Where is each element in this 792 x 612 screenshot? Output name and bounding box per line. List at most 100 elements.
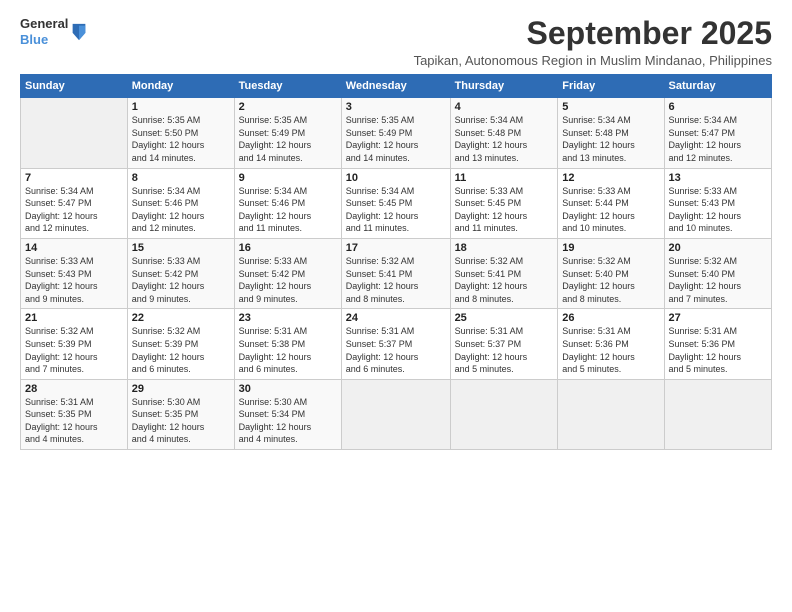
- day-cell: 25Sunrise: 5:31 AMSunset: 5:37 PMDayligh…: [450, 309, 558, 379]
- day-info: Sunrise: 5:34 AMSunset: 5:48 PMDaylight:…: [455, 114, 554, 164]
- day-info: Sunrise: 5:33 AMSunset: 5:42 PMDaylight:…: [132, 255, 230, 305]
- day-info: Sunrise: 5:34 AMSunset: 5:47 PMDaylight:…: [25, 185, 123, 235]
- day-info: Sunrise: 5:33 AMSunset: 5:43 PMDaylight:…: [669, 185, 767, 235]
- day-info: Sunrise: 5:35 AMSunset: 5:49 PMDaylight:…: [239, 114, 337, 164]
- day-cell: 19Sunrise: 5:32 AMSunset: 5:40 PMDayligh…: [558, 238, 664, 308]
- day-number: 18: [455, 242, 554, 254]
- day-number: 29: [132, 383, 230, 395]
- day-cell: 9Sunrise: 5:34 AMSunset: 5:46 PMDaylight…: [234, 168, 341, 238]
- day-number: 12: [562, 172, 659, 184]
- day-header-thursday: Thursday: [450, 75, 558, 98]
- day-cell: 21Sunrise: 5:32 AMSunset: 5:39 PMDayligh…: [21, 309, 128, 379]
- day-cell: 26Sunrise: 5:31 AMSunset: 5:36 PMDayligh…: [558, 309, 664, 379]
- day-number: 2: [239, 101, 337, 113]
- day-cell: 22Sunrise: 5:32 AMSunset: 5:39 PMDayligh…: [127, 309, 234, 379]
- day-header-saturday: Saturday: [664, 75, 771, 98]
- logo-icon: [70, 22, 88, 42]
- calendar-header-row: SundayMondayTuesdayWednesdayThursdayFrid…: [21, 75, 772, 98]
- day-info: Sunrise: 5:31 AMSunset: 5:38 PMDaylight:…: [239, 325, 337, 375]
- day-number: 17: [346, 242, 446, 254]
- day-cell: 3Sunrise: 5:35 AMSunset: 5:49 PMDaylight…: [341, 98, 450, 168]
- day-info: Sunrise: 5:30 AMSunset: 5:35 PMDaylight:…: [132, 396, 230, 446]
- day-cell: [664, 379, 771, 449]
- day-info: Sunrise: 5:34 AMSunset: 5:48 PMDaylight:…: [562, 114, 659, 164]
- day-info: Sunrise: 5:32 AMSunset: 5:41 PMDaylight:…: [455, 255, 554, 305]
- day-cell: 6Sunrise: 5:34 AMSunset: 5:47 PMDaylight…: [664, 98, 771, 168]
- day-number: 7: [25, 172, 123, 184]
- day-number: 20: [669, 242, 767, 254]
- day-info: Sunrise: 5:35 AMSunset: 5:50 PMDaylight:…: [132, 114, 230, 164]
- day-cell: 7Sunrise: 5:34 AMSunset: 5:47 PMDaylight…: [21, 168, 128, 238]
- day-number: 10: [346, 172, 446, 184]
- day-info: Sunrise: 5:33 AMSunset: 5:44 PMDaylight:…: [562, 185, 659, 235]
- day-info: Sunrise: 5:35 AMSunset: 5:49 PMDaylight:…: [346, 114, 446, 164]
- day-info: Sunrise: 5:32 AMSunset: 5:39 PMDaylight:…: [132, 325, 230, 375]
- day-header-monday: Monday: [127, 75, 234, 98]
- day-cell: 14Sunrise: 5:33 AMSunset: 5:43 PMDayligh…: [21, 238, 128, 308]
- day-header-tuesday: Tuesday: [234, 75, 341, 98]
- day-number: 9: [239, 172, 337, 184]
- day-cell: 15Sunrise: 5:33 AMSunset: 5:42 PMDayligh…: [127, 238, 234, 308]
- day-cell: 10Sunrise: 5:34 AMSunset: 5:45 PMDayligh…: [341, 168, 450, 238]
- logo-text: General Blue: [20, 16, 68, 47]
- location-subtitle: Tapikan, Autonomous Region in Muslim Min…: [414, 53, 772, 68]
- day-info: Sunrise: 5:33 AMSunset: 5:42 PMDaylight:…: [239, 255, 337, 305]
- day-info: Sunrise: 5:34 AMSunset: 5:46 PMDaylight:…: [132, 185, 230, 235]
- day-cell: 23Sunrise: 5:31 AMSunset: 5:38 PMDayligh…: [234, 309, 341, 379]
- day-cell: [558, 379, 664, 449]
- day-info: Sunrise: 5:33 AMSunset: 5:43 PMDaylight:…: [25, 255, 123, 305]
- day-cell: 17Sunrise: 5:32 AMSunset: 5:41 PMDayligh…: [341, 238, 450, 308]
- day-number: 11: [455, 172, 554, 184]
- month-title: September 2025: [414, 16, 772, 51]
- day-info: Sunrise: 5:34 AMSunset: 5:46 PMDaylight:…: [239, 185, 337, 235]
- day-number: 8: [132, 172, 230, 184]
- day-cell: [341, 379, 450, 449]
- day-number: 27: [669, 312, 767, 324]
- day-cell: 30Sunrise: 5:30 AMSunset: 5:34 PMDayligh…: [234, 379, 341, 449]
- day-info: Sunrise: 5:33 AMSunset: 5:45 PMDaylight:…: [455, 185, 554, 235]
- day-number: 14: [25, 242, 123, 254]
- day-info: Sunrise: 5:31 AMSunset: 5:35 PMDaylight:…: [25, 396, 123, 446]
- day-number: 4: [455, 101, 554, 113]
- calendar-table: SundayMondayTuesdayWednesdayThursdayFrid…: [20, 74, 772, 450]
- day-number: 22: [132, 312, 230, 324]
- day-cell: 24Sunrise: 5:31 AMSunset: 5:37 PMDayligh…: [341, 309, 450, 379]
- day-number: 23: [239, 312, 337, 324]
- day-number: 1: [132, 101, 230, 113]
- day-info: Sunrise: 5:32 AMSunset: 5:40 PMDaylight:…: [562, 255, 659, 305]
- week-row-2: 7Sunrise: 5:34 AMSunset: 5:47 PMDaylight…: [21, 168, 772, 238]
- day-number: 6: [669, 101, 767, 113]
- day-number: 28: [25, 383, 123, 395]
- week-row-1: 1Sunrise: 5:35 AMSunset: 5:50 PMDaylight…: [21, 98, 772, 168]
- day-cell: 5Sunrise: 5:34 AMSunset: 5:48 PMDaylight…: [558, 98, 664, 168]
- logo-line2: Blue: [20, 32, 68, 48]
- day-info: Sunrise: 5:30 AMSunset: 5:34 PMDaylight:…: [239, 396, 337, 446]
- day-number: 5: [562, 101, 659, 113]
- day-cell: [450, 379, 558, 449]
- day-cell: 12Sunrise: 5:33 AMSunset: 5:44 PMDayligh…: [558, 168, 664, 238]
- week-row-5: 28Sunrise: 5:31 AMSunset: 5:35 PMDayligh…: [21, 379, 772, 449]
- logo-line1: General: [20, 16, 68, 32]
- day-info: Sunrise: 5:31 AMSunset: 5:37 PMDaylight:…: [455, 325, 554, 375]
- day-number: 3: [346, 101, 446, 113]
- day-header-wednesday: Wednesday: [341, 75, 450, 98]
- day-cell: 29Sunrise: 5:30 AMSunset: 5:35 PMDayligh…: [127, 379, 234, 449]
- day-cell: 20Sunrise: 5:32 AMSunset: 5:40 PMDayligh…: [664, 238, 771, 308]
- week-row-4: 21Sunrise: 5:32 AMSunset: 5:39 PMDayligh…: [21, 309, 772, 379]
- day-info: Sunrise: 5:31 AMSunset: 5:37 PMDaylight:…: [346, 325, 446, 375]
- day-number: 25: [455, 312, 554, 324]
- day-number: 30: [239, 383, 337, 395]
- day-number: 24: [346, 312, 446, 324]
- day-cell: 8Sunrise: 5:34 AMSunset: 5:46 PMDaylight…: [127, 168, 234, 238]
- day-header-sunday: Sunday: [21, 75, 128, 98]
- day-header-friday: Friday: [558, 75, 664, 98]
- day-info: Sunrise: 5:32 AMSunset: 5:40 PMDaylight:…: [669, 255, 767, 305]
- day-info: Sunrise: 5:31 AMSunset: 5:36 PMDaylight:…: [562, 325, 659, 375]
- day-info: Sunrise: 5:34 AMSunset: 5:47 PMDaylight:…: [669, 114, 767, 164]
- day-cell: 27Sunrise: 5:31 AMSunset: 5:36 PMDayligh…: [664, 309, 771, 379]
- logo: General Blue: [20, 16, 88, 47]
- day-cell: 18Sunrise: 5:32 AMSunset: 5:41 PMDayligh…: [450, 238, 558, 308]
- day-info: Sunrise: 5:31 AMSunset: 5:36 PMDaylight:…: [669, 325, 767, 375]
- day-cell: 16Sunrise: 5:33 AMSunset: 5:42 PMDayligh…: [234, 238, 341, 308]
- day-number: 16: [239, 242, 337, 254]
